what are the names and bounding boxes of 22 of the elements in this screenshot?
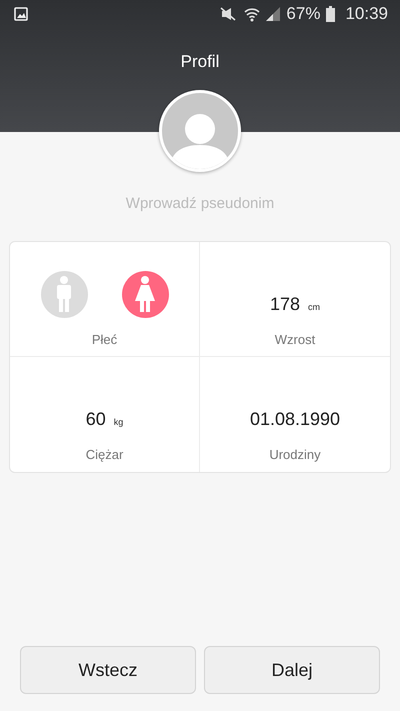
back-button[interactable]: Wstecz [20,646,196,694]
field-label: Płeć [92,332,118,347]
male-figure-icon [54,276,74,312]
field-label: Ciężar [86,447,124,462]
field-label: Urodziny [269,447,321,462]
field-label: Wzrost [274,332,316,347]
unit-text: cm [308,302,320,312]
value-text[interactable]: 01.08.1990 [250,408,340,430]
signal-icon [266,7,280,21]
image-icon [14,7,28,21]
screen-title: Profil [180,52,220,72]
mute-icon [218,7,238,21]
unit-text: kg [114,416,124,426]
value-text[interactable]: 178 [270,294,300,314]
value-text[interactable]: 60 [86,408,106,430]
next-button[interactable]: Dalej [204,646,380,694]
wifi-icon [244,6,260,22]
clock-time: 10:39 [345,4,388,24]
battery-icon [326,6,336,22]
battery-percentage: 67% [286,4,320,24]
nickname-field[interactable]: Wprowadź pseudonim [68,194,332,213]
female-figure-icon [134,276,156,312]
